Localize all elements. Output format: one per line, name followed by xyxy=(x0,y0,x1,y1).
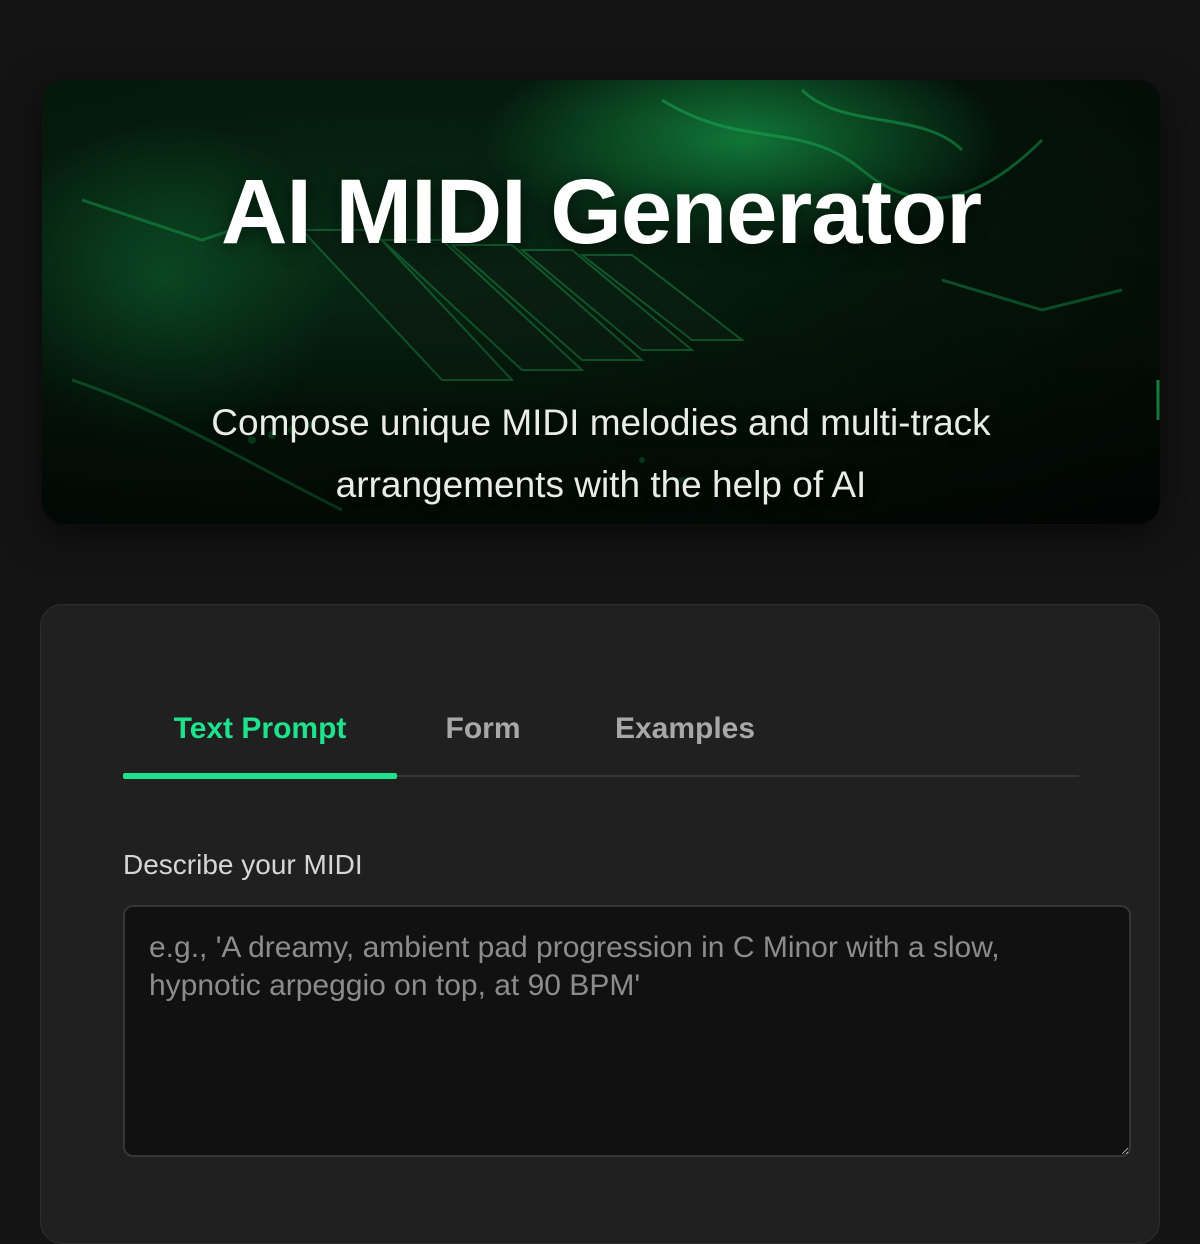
generator-card: Text Prompt Form Examples Describe your … xyxy=(40,604,1160,1244)
hero-banner: AI MIDI Generator Compose unique MIDI me… xyxy=(42,80,1160,524)
tab-text-prompt[interactable]: Text Prompt xyxy=(123,701,397,779)
page-subtitle: Compose unique MIDI melodies and multi-t… xyxy=(211,402,991,505)
input-mode-tabs: Text Prompt Form Examples xyxy=(123,701,1079,779)
prompt-input[interactable] xyxy=(123,905,1131,1157)
page-title: AI MIDI Generator xyxy=(220,161,982,263)
tab-form[interactable]: Form xyxy=(423,701,543,777)
tab-examples[interactable]: Examples xyxy=(593,701,777,777)
prompt-label: Describe your MIDI xyxy=(123,849,363,880)
